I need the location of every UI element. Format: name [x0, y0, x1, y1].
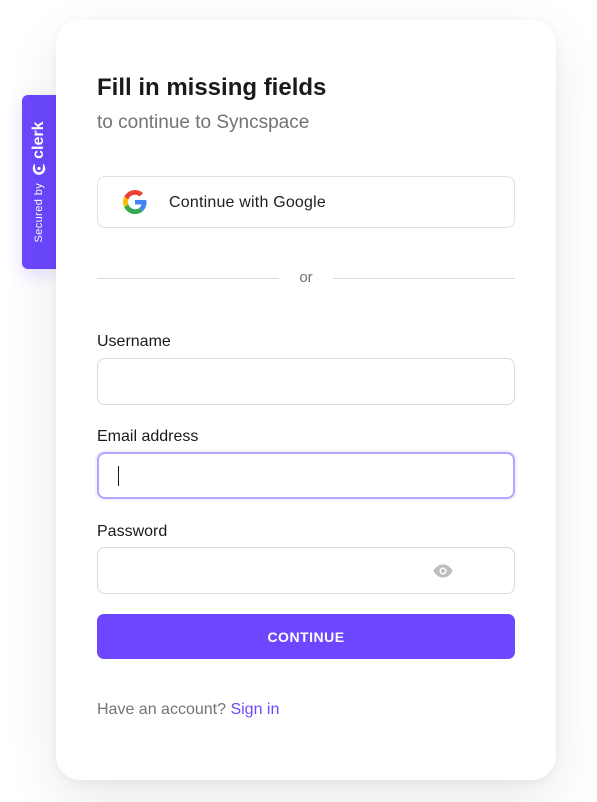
divider-text: or: [299, 269, 313, 286]
username-input[interactable]: [97, 358, 515, 405]
secured-by-badge-content: Secured by clerk: [30, 121, 48, 242]
or-divider: or: [97, 268, 515, 288]
clerk-logo-icon: [32, 161, 46, 176]
sign-in-prompt: Have an account? Sign in: [97, 700, 279, 720]
divider-line-right: [333, 278, 515, 279]
page-subtitle: to continue to Syncspace: [97, 112, 310, 133]
clerk-wordmark: clerk: [30, 121, 47, 159]
password-label: Password: [97, 523, 168, 540]
email-input[interactable]: [97, 452, 515, 499]
secured-by-clerk-badge[interactable]: Secured by clerk: [22, 95, 56, 269]
continue-with-google-button[interactable]: Continue with Google: [97, 176, 515, 228]
continue-button[interactable]: CONTINUE: [97, 614, 515, 659]
have-account-text: Have an account?: [97, 701, 226, 718]
google-icon: [123, 190, 147, 214]
sign-up-card: Fill in missing fields to continue to Sy…: [56, 20, 556, 780]
show-password-toggle[interactable]: [429, 560, 457, 582]
sign-in-link[interactable]: Sign in: [230, 701, 279, 718]
eye-icon: [433, 564, 453, 578]
divider-line-left: [97, 278, 279, 279]
page-title: Fill in missing fields: [97, 74, 327, 101]
secured-by-label: Secured by: [33, 182, 45, 243]
email-label: Email address: [97, 428, 199, 445]
continue-with-google-label: Continue with Google: [169, 194, 326, 211]
clerk-logo: clerk: [30, 121, 48, 176]
text-caret: [118, 466, 119, 486]
username-label: Username: [97, 333, 171, 350]
